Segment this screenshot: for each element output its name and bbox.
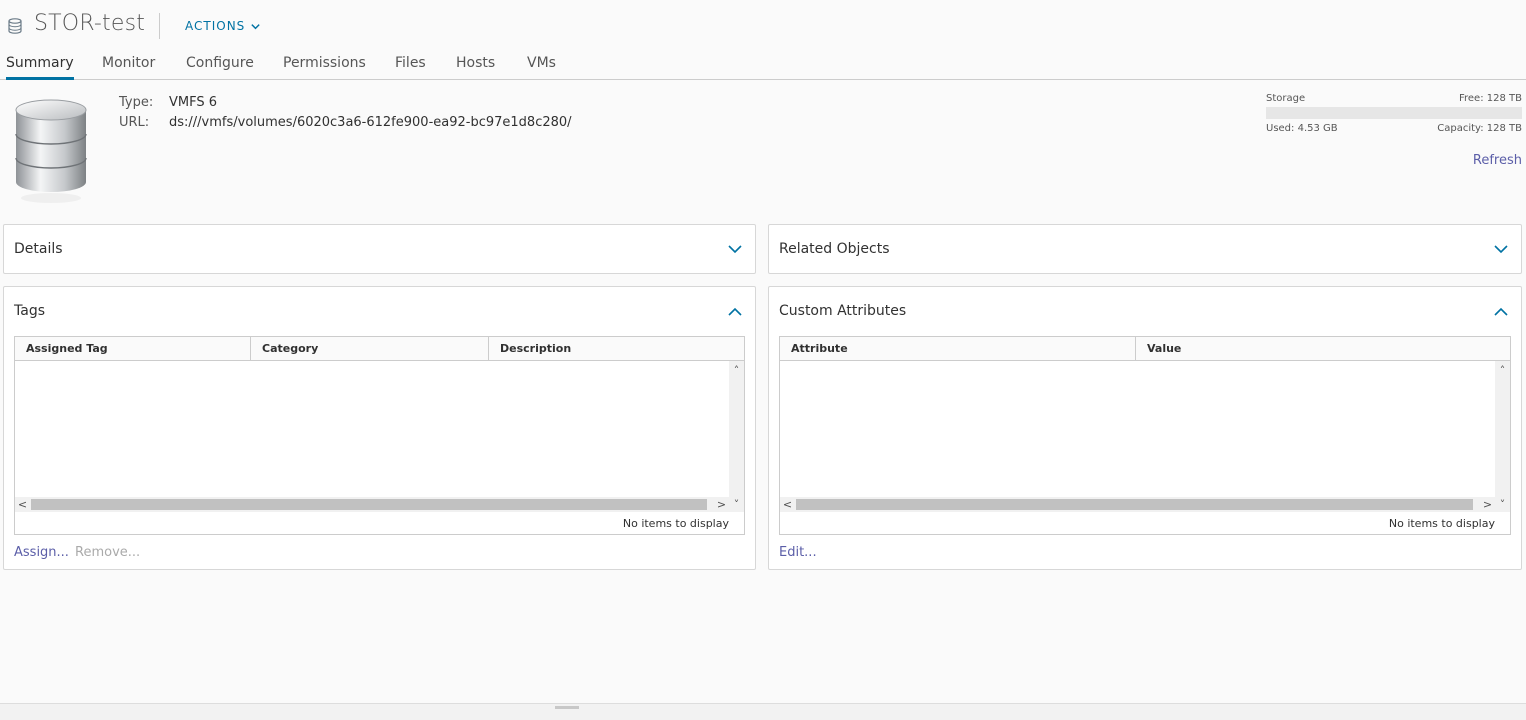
tags-title: Tags <box>14 303 45 319</box>
custom-attributes-grid: Attribute Value ˄ ˅ < > No items to disp… <box>779 336 1511 535</box>
storage-capacity: Capacity: 128 TB <box>1437 123 1522 134</box>
scroll-down-arrow[interactable]: ˅ <box>729 497 744 512</box>
horizontal-scrollbar[interactable]: < > <box>780 497 1495 512</box>
details-panel: Details <box>3 224 756 274</box>
tab-permissions[interactable]: Permissions <box>283 55 366 80</box>
url-value: ds:///vmfs/volumes/6020c3a6-612fe900-ea9… <box>169 115 572 130</box>
custom-attributes-title: Custom Attributes <box>779 303 907 319</box>
scroll-left-arrow[interactable]: < <box>780 497 795 512</box>
related-objects-panel: Related Objects <box>768 224 1522 274</box>
horizontal-scroll-thumb[interactable] <box>796 499 1473 510</box>
tab-vms[interactable]: VMs <box>527 55 556 80</box>
datastore-image-icon <box>13 98 89 210</box>
horizontal-scrollbar[interactable]: < > <box>15 497 729 512</box>
details-title: Details <box>14 241 63 257</box>
tab-monitor[interactable]: Monitor <box>102 55 155 80</box>
tab-bar: Summary Monitor Configure Permissions Fi… <box>0 52 1526 80</box>
vertical-scrollbar[interactable]: ˄ ˅ <box>729 361 744 512</box>
storage-free: Free: 128 TB <box>1458 93 1522 104</box>
resize-grip-icon[interactable] <box>555 706 579 709</box>
scroll-left-arrow[interactable]: < <box>15 497 30 512</box>
column-assigned-tag[interactable]: Assigned Tag <box>15 337 251 361</box>
scroll-right-arrow[interactable]: > <box>714 497 729 512</box>
scroll-down-arrow[interactable]: ˅ <box>1495 497 1510 512</box>
storage-usage: Storage Free: 128 TB Used: 4.53 GB Capac… <box>1266 93 1522 134</box>
chevron-down-icon <box>251 23 260 29</box>
tags-panel: Tags Assigned Tag Category Description ˄… <box>3 286 756 570</box>
url-label: URL: <box>119 115 150 130</box>
actions-menu-button[interactable]: ACTIONS <box>185 19 261 33</box>
refresh-link[interactable]: Refresh <box>1473 153 1522 168</box>
column-description[interactable]: Description <box>489 337 729 361</box>
actions-label: ACTIONS <box>185 19 246 33</box>
scroll-right-arrow[interactable]: > <box>1480 497 1495 512</box>
tags-empty-text: No items to display <box>622 517 729 530</box>
storage-bar <box>1266 107 1522 119</box>
scroll-up-arrow[interactable]: ˄ <box>1495 363 1510 378</box>
column-category[interactable]: Category <box>251 337 489 361</box>
page-title: STOR-test <box>34 11 146 36</box>
edit-attributes-link[interactable]: Edit... <box>779 545 817 560</box>
scroll-up-arrow[interactable]: ˄ <box>729 363 744 378</box>
tab-hosts[interactable]: Hosts <box>456 55 495 80</box>
tags-grid-header: Assigned Tag Category Description <box>15 337 744 361</box>
datastore-icon <box>6 17 24 35</box>
tags-grid: Assigned Tag Category Description ˄ ˅ < … <box>14 336 745 535</box>
tab-summary[interactable]: Summary <box>6 55 74 80</box>
column-value[interactable]: Value <box>1136 337 1510 361</box>
related-objects-title: Related Objects <box>779 241 890 257</box>
chevron-up-icon[interactable] <box>728 305 742 319</box>
vertical-scrollbar[interactable]: ˄ ˅ <box>1495 361 1510 512</box>
datastore-info: Type: VMFS 6 URL: ds:///vmfs/volumes/602… <box>119 93 572 133</box>
column-attribute[interactable]: Attribute <box>780 337 1136 361</box>
custom-attributes-panel: Custom Attributes Attribute Value ˄ ˅ < … <box>768 286 1522 570</box>
chevron-up-icon[interactable] <box>1494 305 1508 319</box>
bottom-resize-bar[interactable] <box>0 703 1526 720</box>
custom-attributes-grid-header: Attribute Value <box>780 337 1510 361</box>
custom-attributes-empty-text: No items to display <box>1388 517 1495 530</box>
object-header: STOR-test ACTIONS <box>0 0 1526 52</box>
type-label: Type: <box>119 95 154 110</box>
storage-label: Storage <box>1266 93 1306 104</box>
chevron-down-icon[interactable] <box>1494 242 1508 256</box>
tab-configure[interactable]: Configure <box>186 55 254 80</box>
horizontal-scroll-thumb[interactable] <box>31 499 707 510</box>
assign-tag-link[interactable]: Assign... <box>14 545 69 560</box>
chevron-down-icon[interactable] <box>728 242 742 256</box>
tab-files[interactable]: Files <box>395 55 426 80</box>
type-value: VMFS 6 <box>169 95 218 110</box>
remove-tag-link[interactable]: Remove... <box>75 545 140 560</box>
header-divider <box>159 13 160 39</box>
storage-used: Used: 4.53 GB <box>1266 123 1338 134</box>
